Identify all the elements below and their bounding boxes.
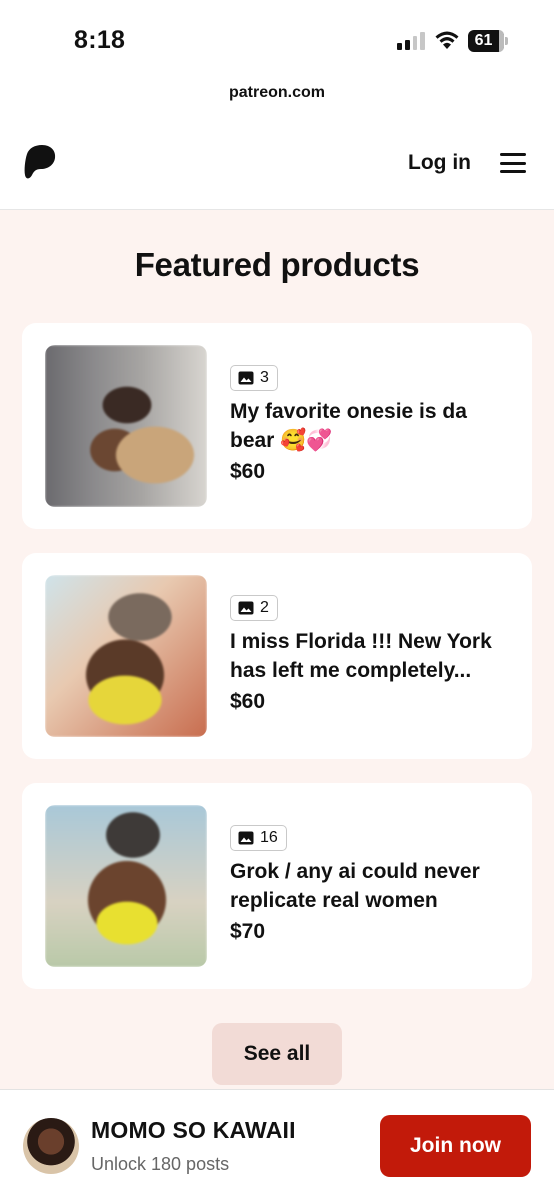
- product-price: $70: [230, 920, 266, 943]
- creator-footer-bar: MOMO SO KAWAII Unlock 180 posts Join now: [0, 1089, 554, 1200]
- product-title: Grok / any ai could never replicate real…: [230, 860, 480, 912]
- product-card[interactable]: 2 I miss Florida !!! New York has left m…: [22, 553, 532, 759]
- image-count-badge: 3: [230, 365, 278, 391]
- product-title: I miss Florida !!! New York has left me …: [230, 630, 492, 682]
- image-count: 16: [260, 829, 278, 846]
- product-title: My favorite onesie is da bear 🥰💞: [230, 400, 467, 452]
- image-count: 3: [260, 369, 269, 386]
- product-thumbnail: [45, 805, 207, 967]
- image-count-badge: 16: [230, 825, 287, 851]
- image-icon: [238, 831, 254, 845]
- hamburger-menu-icon[interactable]: [500, 153, 526, 173]
- see-all-button[interactable]: See all: [212, 1023, 342, 1085]
- product-price: $60: [230, 690, 266, 713]
- product-card[interactable]: 16 Grok / any ai could never replicate r…: [22, 783, 532, 989]
- status-time: 8:18: [74, 26, 126, 54]
- status-bar: 8:18 61: [0, 0, 554, 76]
- product-thumbnail: [45, 575, 207, 737]
- wifi-icon: [435, 31, 459, 49]
- unlock-posts-text: Unlock 180 posts: [91, 1154, 230, 1174]
- image-count: 2: [260, 599, 269, 616]
- patreon-logo-icon[interactable]: [24, 144, 56, 180]
- battery-icon: 61: [468, 30, 508, 52]
- section-title: Featured products: [134, 246, 420, 283]
- image-count-badge: 2: [230, 595, 278, 621]
- creator-name: MOMO SO KAWAII: [91, 1117, 296, 1143]
- battery-level: 61: [474, 32, 493, 49]
- image-icon: [238, 371, 254, 385]
- cellular-signal-icon: [397, 32, 425, 50]
- image-icon: [238, 601, 254, 615]
- product-price: $60: [230, 460, 266, 483]
- product-thumbnail: [45, 345, 207, 507]
- url-bar[interactable]: patreon.com: [0, 76, 554, 118]
- join-now-button[interactable]: Join now: [380, 1115, 531, 1177]
- login-link[interactable]: Log in: [408, 151, 471, 175]
- site-header: Log in: [0, 118, 554, 210]
- product-card[interactable]: 3 My favorite onesie is da bear 🥰💞 $60: [22, 323, 532, 529]
- creator-avatar[interactable]: [23, 1118, 79, 1174]
